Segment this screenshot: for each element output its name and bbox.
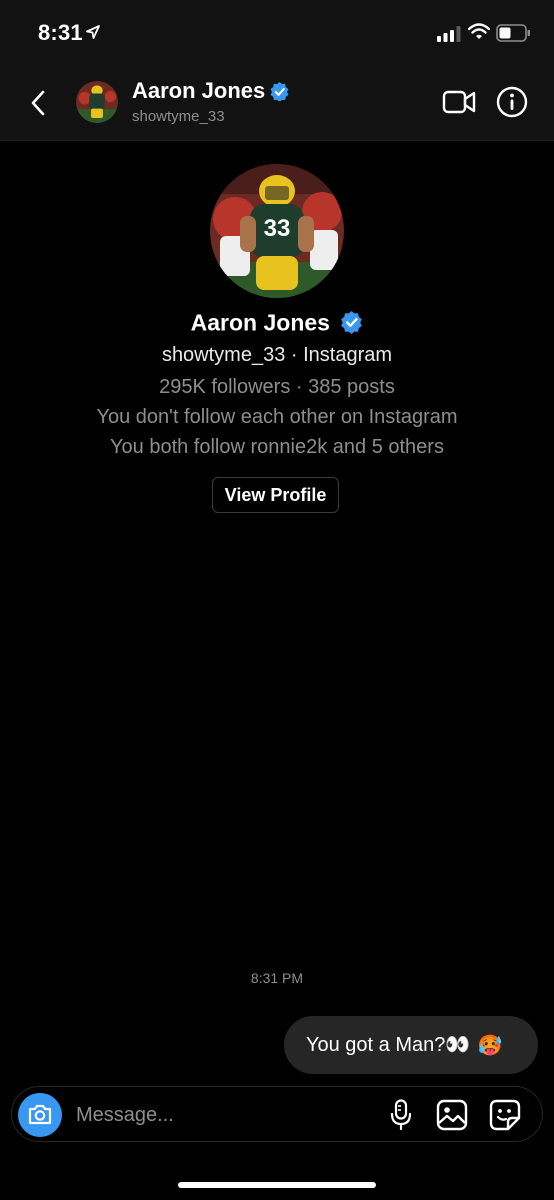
profile-stats: 295K followers · 385 posts bbox=[159, 376, 395, 398]
battery-icon bbox=[496, 24, 530, 42]
chat-header: Aaron Jones showtyme_33 bbox=[0, 66, 554, 141]
message-bubble[interactable]: You got a Man?👀 🥵 bbox=[284, 1016, 538, 1074]
header-avatar[interactable] bbox=[76, 81, 118, 123]
header-name[interactable]: Aaron Jones bbox=[132, 78, 265, 104]
status-time: 8:31 bbox=[38, 20, 83, 45]
message-text: You got a Man?👀 bbox=[306, 1034, 471, 1056]
message-input[interactable] bbox=[74, 1087, 378, 1143]
view-profile-button[interactable]: View Profile bbox=[212, 477, 339, 513]
sticker-icon[interactable] bbox=[489, 1099, 521, 1131]
verified-badge-icon bbox=[341, 311, 363, 335]
camera-button[interactable] bbox=[18, 1093, 62, 1137]
back-chevron-icon[interactable] bbox=[26, 88, 52, 118]
mutual-followers: You both follow ronnie2k and 5 others bbox=[110, 436, 444, 458]
video-call-icon[interactable] bbox=[442, 88, 476, 116]
profile-name: Aaron Jones bbox=[190, 309, 330, 336]
wifi-icon bbox=[468, 23, 490, 39]
profile-avatar[interactable]: 33 bbox=[210, 164, 344, 298]
gallery-icon[interactable] bbox=[436, 1099, 468, 1131]
location-arrow-icon bbox=[86, 25, 100, 39]
signal-icon bbox=[437, 26, 461, 42]
microphone-icon[interactable] bbox=[389, 1099, 413, 1131]
avatar-image: 33 bbox=[210, 164, 344, 298]
message-emoji: 🥵 bbox=[477, 1034, 503, 1057]
profile-name-row: Aaron Jones bbox=[0, 308, 554, 336]
verified-badge-icon bbox=[270, 82, 289, 101]
profile-handle: showtyme_33 · Instagram bbox=[161, 344, 393, 366]
header-username: showtyme_33 bbox=[132, 108, 225, 125]
info-icon[interactable] bbox=[496, 86, 528, 118]
svg-text:33: 33 bbox=[264, 215, 291, 242]
message-timestamp: 8:31 PM bbox=[250, 970, 304, 986]
follow-status: You don't follow each other on Instagram bbox=[96, 406, 458, 428]
status-bar: 8:31 bbox=[0, 0, 554, 66]
avatar-image bbox=[76, 81, 118, 123]
message-composer bbox=[11, 1086, 543, 1143]
home-indicator[interactable] bbox=[178, 1182, 376, 1188]
camera-icon bbox=[28, 1104, 52, 1125]
